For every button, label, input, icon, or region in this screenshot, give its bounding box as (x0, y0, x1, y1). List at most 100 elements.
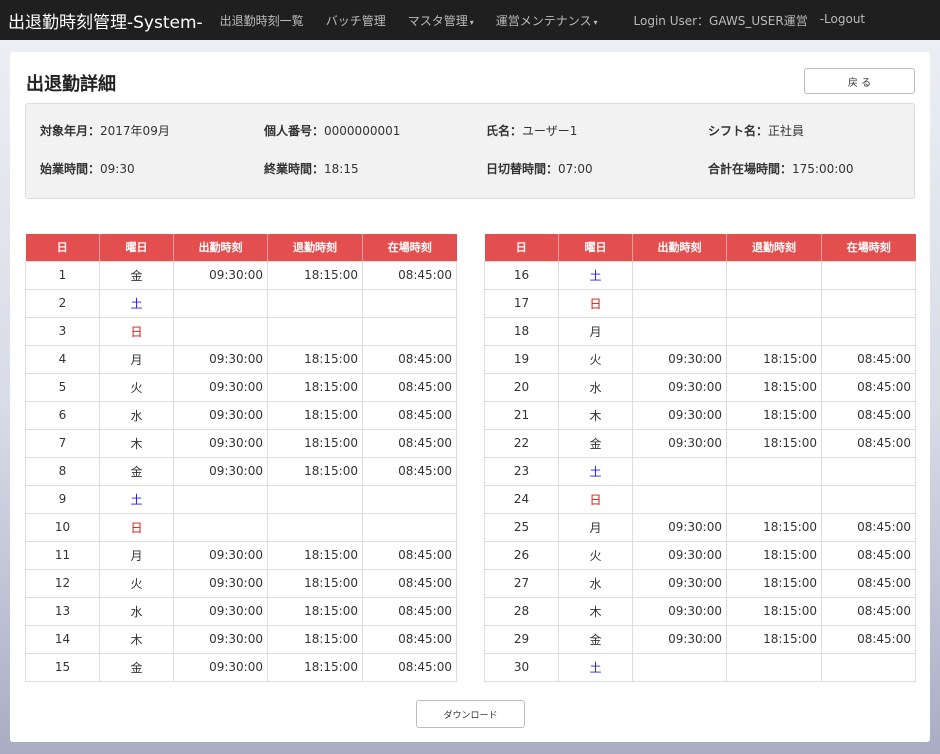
end-time-value: 18:15 (324, 162, 359, 176)
cell-day: 10 (25, 512, 100, 542)
cell-weekday: 金 (99, 652, 174, 682)
table-row: 8 金 09:30:00 18:15:00 08:45:00 (25, 456, 457, 486)
cell-clock-out (726, 288, 822, 318)
cell-weekday: 月 (558, 512, 633, 542)
table-row: 6 水 09:30:00 18:15:00 08:45:00 (25, 400, 457, 430)
download-button[interactable]: ダウンロード (416, 700, 525, 728)
cell-clock-out (726, 456, 822, 486)
cell-day: 18 (484, 316, 559, 346)
cell-clock-out: 18:15:00 (267, 624, 363, 654)
cell-weekday: 火 (99, 372, 174, 402)
cell-clock-out: 18:15:00 (267, 456, 363, 486)
nav-maintenance-label: 運営メンテナンス (495, 13, 592, 28)
day-switch-label: 日切替時間： (486, 162, 559, 176)
cell-clock-out: 18:15:00 (267, 540, 363, 570)
cell-presence-time: 08:45:00 (821, 400, 916, 430)
cell-presence-time: 08:45:00 (362, 652, 457, 682)
table-header-row: 日 曜日 出勤時刻 退勤時刻 在場時刻 (25, 234, 457, 261)
cell-clock-in (632, 652, 727, 682)
cell-presence-time: 08:45:00 (821, 624, 916, 654)
cell-weekday: 水 (558, 372, 633, 402)
table-body: 1 金 09:30:00 18:15:00 08:45:00 2 土 3 日 4 月 09:30:00… (25, 260, 457, 682)
cell-weekday: 土 (558, 652, 633, 682)
cell-presence-time (821, 316, 916, 346)
cell-day: 28 (484, 596, 559, 626)
cell-weekday: 金 (99, 260, 174, 290)
table-row: 11 月 09:30:00 18:15:00 08:45:00 (25, 540, 457, 570)
info-day-switch-time: 日切替時間：07:00 (486, 160, 593, 177)
cell-day: 6 (25, 400, 100, 430)
cell-day: 1 (25, 260, 100, 290)
shift-value: 正社員 (768, 124, 805, 138)
cell-day: 7 (25, 428, 100, 458)
table-row: 16 土 (484, 260, 916, 290)
cell-clock-out (267, 512, 363, 542)
main-panel: 出退勤詳細 戻 る 対象年月：2017年09月 個人番号：0000000001 … (10, 52, 930, 742)
cell-day: 5 (25, 372, 100, 402)
cell-weekday: 月 (99, 540, 174, 570)
cell-clock-out: 18:15:00 (267, 428, 363, 458)
table-row: 5 火 09:30:00 18:15:00 08:45:00 (25, 372, 457, 402)
cell-clock-in: 09:30:00 (632, 540, 727, 570)
cell-day: 27 (484, 568, 559, 598)
cell-clock-out: 18:15:00 (267, 568, 363, 598)
cell-weekday: 金 (558, 624, 633, 654)
cell-clock-out (726, 316, 822, 346)
table-row: 21 木 09:30:00 18:15:00 08:45:00 (484, 400, 916, 430)
cell-day: 13 (25, 596, 100, 626)
personal-number-label: 個人番号： (264, 124, 325, 138)
cell-clock-in: 09:30:00 (173, 400, 268, 430)
cell-weekday: 金 (558, 428, 633, 458)
info-start-time: 始業時間：09:30 (40, 160, 135, 177)
nav-master-management[interactable]: マスタ管理 ▾ (408, 12, 474, 29)
total-time-label: 合計在場時間： (708, 162, 793, 176)
cell-clock-out: 18:15:00 (267, 344, 363, 374)
cell-day: 24 (484, 484, 559, 514)
cell-day: 14 (25, 624, 100, 654)
info-end-time: 終業時間：18:15 (264, 160, 359, 177)
cell-clock-in (632, 316, 727, 346)
nav-attendance-list[interactable]: 出退勤時刻一覧 (220, 12, 304, 29)
cell-day: 17 (484, 288, 559, 318)
cell-presence-time: 08:45:00 (362, 568, 457, 598)
cell-clock-out: 18:15:00 (726, 624, 822, 654)
cell-day: 9 (25, 484, 100, 514)
personal-number-value: 0000000001 (324, 124, 401, 138)
cell-clock-out: 18:15:00 (726, 372, 822, 402)
nav-operation-maintenance[interactable]: 運営メンテナンス ▾ (496, 12, 598, 29)
target-month-value: 2017年09月 (100, 124, 170, 138)
cell-weekday: 火 (558, 344, 633, 374)
table-row: 2土 (25, 288, 457, 318)
info-shift: シフト名：正社員 (708, 122, 804, 139)
logout-link[interactable]: -Logout (820, 12, 865, 29)
info-name: 氏名：ユーザー1 (486, 122, 577, 139)
app-brand[interactable]: 出退勤時刻管理-System- (0, 8, 203, 33)
chevron-down-icon: ▾ (593, 17, 598, 27)
cell-weekday: 月 (558, 316, 633, 346)
cell-weekday: 火 (99, 568, 174, 598)
cell-presence-time (362, 512, 457, 542)
cell-presence-time: 08:45:00 (821, 512, 916, 542)
cell-weekday: 木 (99, 624, 174, 654)
attendance-table-second-half: 日 曜日 出勤時刻 退勤時刻 在場時刻 16 土 17 日 18 月 19 火 09:30:00… (484, 234, 916, 682)
shift-label: シフト名： (708, 124, 769, 138)
cell-clock-in: 09:30:00 (632, 512, 727, 542)
table-row: 15 金 09:30:00 18:15:00 08:45:00 (25, 652, 457, 682)
cell-day: 23 (484, 456, 559, 486)
cell-day: 11 (25, 540, 100, 570)
cell-presence-time (821, 260, 916, 290)
cell-presence-time: 08:45:00 (362, 624, 457, 654)
cell-clock-in: 09:30:00 (632, 344, 727, 374)
cell-clock-in (173, 512, 268, 542)
cell-day: 12 (25, 568, 100, 598)
info-personal-number: 個人番号：0000000001 (264, 122, 400, 139)
back-button[interactable]: 戻 る (804, 68, 915, 94)
table-row: 18 月 (484, 316, 916, 346)
cell-day: 25 (484, 512, 559, 542)
nav-batch-management[interactable]: バッチ管理 (326, 12, 386, 29)
target-month-label: 対象年月： (40, 124, 101, 138)
cell-presence-time (362, 288, 457, 318)
info-total-time: 合計在場時間：175:00:00 (708, 160, 854, 177)
cell-clock-out (267, 316, 363, 346)
cell-clock-in (632, 456, 727, 486)
